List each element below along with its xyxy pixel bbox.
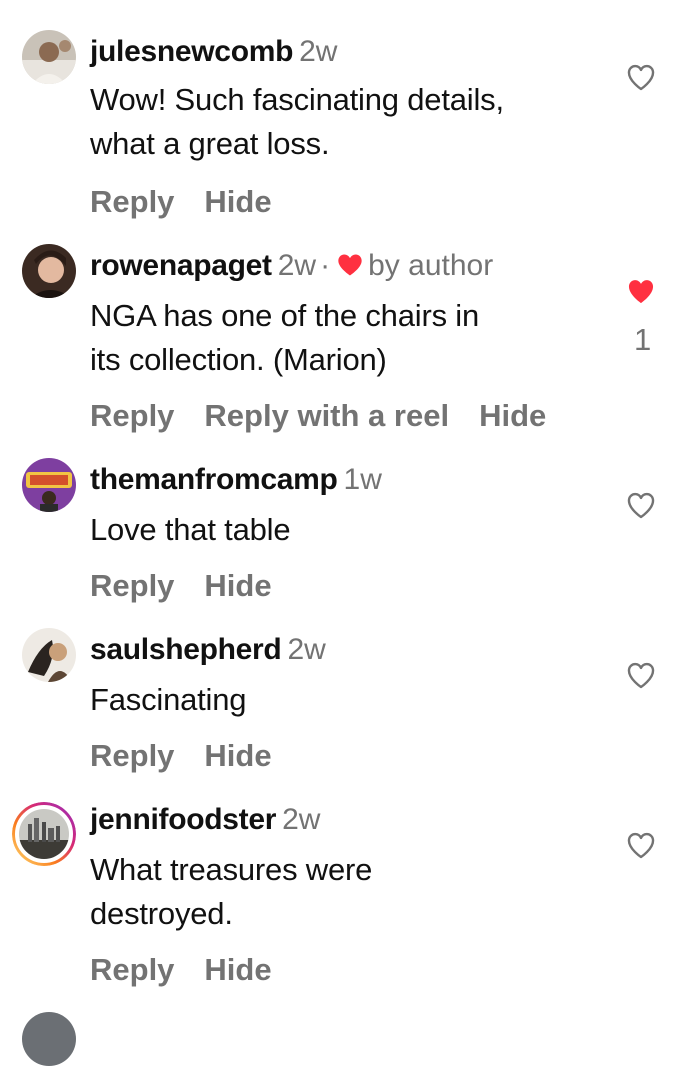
avatar[interactable] <box>22 30 76 84</box>
reply-button[interactable]: Reply <box>90 184 174 219</box>
avatar[interactable] <box>22 458 76 512</box>
author-heart-icon <box>336 251 364 287</box>
hide-button[interactable]: Hide <box>204 738 271 773</box>
timestamp: 2w <box>287 633 326 666</box>
comment-text-line: its collection. (Marion) <box>90 342 387 377</box>
comment-text: Wow! Such fascinating details, what a gr… <box>90 78 504 166</box>
hide-button[interactable]: Hide <box>204 952 271 987</box>
hide-button[interactable]: Hide <box>204 184 271 219</box>
comment-meta: themanfromcamp 1w <box>90 462 382 498</box>
username[interactable]: rowenapaget <box>90 249 272 282</box>
comment-text-line: Wow! Such fascinating details, <box>90 82 504 117</box>
comment-meta: jennifoodster 2w <box>90 802 320 838</box>
avatar-story-ring[interactable] <box>12 802 76 866</box>
timestamp: 2w <box>299 35 338 68</box>
comment-text-line: destroyed. <box>90 896 233 931</box>
timestamp: 2w <box>282 803 321 836</box>
comment-text-line: what a great loss. <box>90 126 330 161</box>
timestamp: 1w <box>343 463 382 496</box>
username[interactable]: saulshepherd <box>90 633 282 666</box>
reply-with-reel-button[interactable]: Reply with a reel <box>204 398 449 433</box>
avatar[interactable] <box>22 244 76 298</box>
heart-icon[interactable] <box>624 828 658 862</box>
heart-icon[interactable] <box>624 658 658 692</box>
username[interactable]: julesnewcomb <box>90 35 293 68</box>
reply-button[interactable]: Reply <box>90 568 174 603</box>
reply-button[interactable]: Reply <box>90 738 174 773</box>
comment-text: What treasures were destroyed. <box>90 848 372 936</box>
comment-text-line: NGA has one of the chairs in <box>90 298 480 333</box>
comment-meta: saulshepherd 2w <box>90 632 326 668</box>
comment-text: NGA has one of the chairs in its collect… <box>90 294 479 382</box>
comment-text: Love that table <box>90 508 291 552</box>
username[interactable]: jennifoodster <box>90 803 276 836</box>
comment-actions: Reply Reply with a reel Hide <box>90 396 576 436</box>
comment-text: Fascinating <box>90 678 247 722</box>
comment-text-line: Love that table <box>90 512 291 547</box>
hide-button[interactable]: Hide <box>479 398 546 433</box>
separator-dot: · <box>320 249 331 282</box>
comment-actions: Reply Hide <box>90 736 302 776</box>
comment-text-line: Fascinating <box>90 682 247 717</box>
author-badge: by author <box>368 249 494 282</box>
heart-filled-icon[interactable] <box>624 274 658 308</box>
reply-button[interactable]: Reply <box>90 398 174 433</box>
comment-actions: Reply Hide <box>90 566 302 606</box>
comment-text-line: What treasures were <box>90 852 373 887</box>
avatar-partial[interactable] <box>22 1012 76 1066</box>
heart-icon[interactable] <box>624 60 658 94</box>
comment-meta: julesnewcomb 2w <box>90 34 337 70</box>
comment-actions: Reply Hide <box>90 182 302 222</box>
heart-icon[interactable] <box>624 488 658 522</box>
comment-actions: Reply Hide <box>90 950 302 990</box>
avatar[interactable] <box>22 628 76 682</box>
username[interactable]: themanfromcamp <box>90 463 338 496</box>
comment-meta: rowenapaget 2w · by author <box>90 248 493 287</box>
hide-button[interactable]: Hide <box>204 568 271 603</box>
reply-button[interactable]: Reply <box>90 952 174 987</box>
timestamp: 2w <box>277 249 317 282</box>
like-count: 1 <box>634 322 652 357</box>
